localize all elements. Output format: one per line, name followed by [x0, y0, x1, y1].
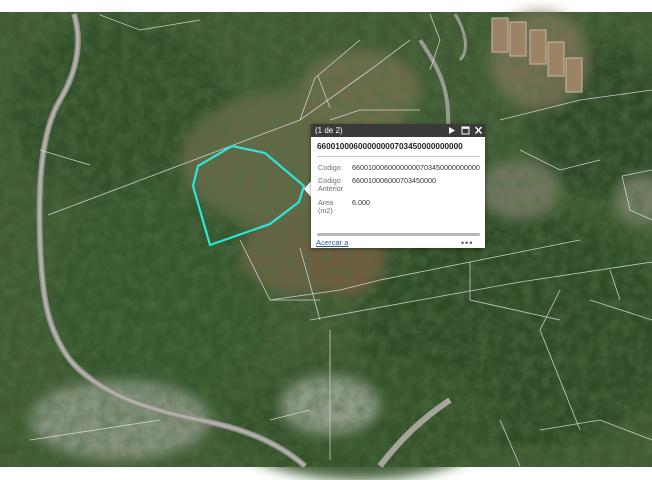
feature-popup: (1 de 2) 6600100060000000070345000000000…: [311, 124, 485, 248]
title-divider: [317, 156, 480, 157]
play-icon[interactable]: [446, 124, 457, 137]
close-icon[interactable]: [473, 124, 484, 137]
attr-label-codigo-anterior: Codigo Anterior: [318, 176, 344, 193]
attr-value-codigo-anterior: 660010006000703450000: [352, 176, 436, 185]
attr-value-codigo: 66001000600000000703450000000000: [352, 163, 480, 172]
popup-body: 66001000600000000703450000000000 Codigo …: [311, 137, 485, 248]
attr-label-codigo: Codigo: [318, 163, 341, 172]
attr-label-area: Area (m2): [318, 198, 334, 215]
attr-value-area: 6.000: [352, 198, 370, 207]
popup-title: 66001000600000000703450000000000: [317, 142, 463, 151]
zoom-to-link[interactable]: Acercar a: [316, 238, 349, 247]
more-actions-button[interactable]: •••: [461, 238, 473, 248]
horizontal-scrollbar[interactable]: [317, 233, 480, 236]
popup-header: (1 de 2): [311, 124, 485, 137]
maximize-icon[interactable]: [460, 124, 471, 137]
scrollbar-thumb[interactable]: [317, 233, 480, 236]
popup-feature-count: (1 de 2): [315, 126, 343, 135]
